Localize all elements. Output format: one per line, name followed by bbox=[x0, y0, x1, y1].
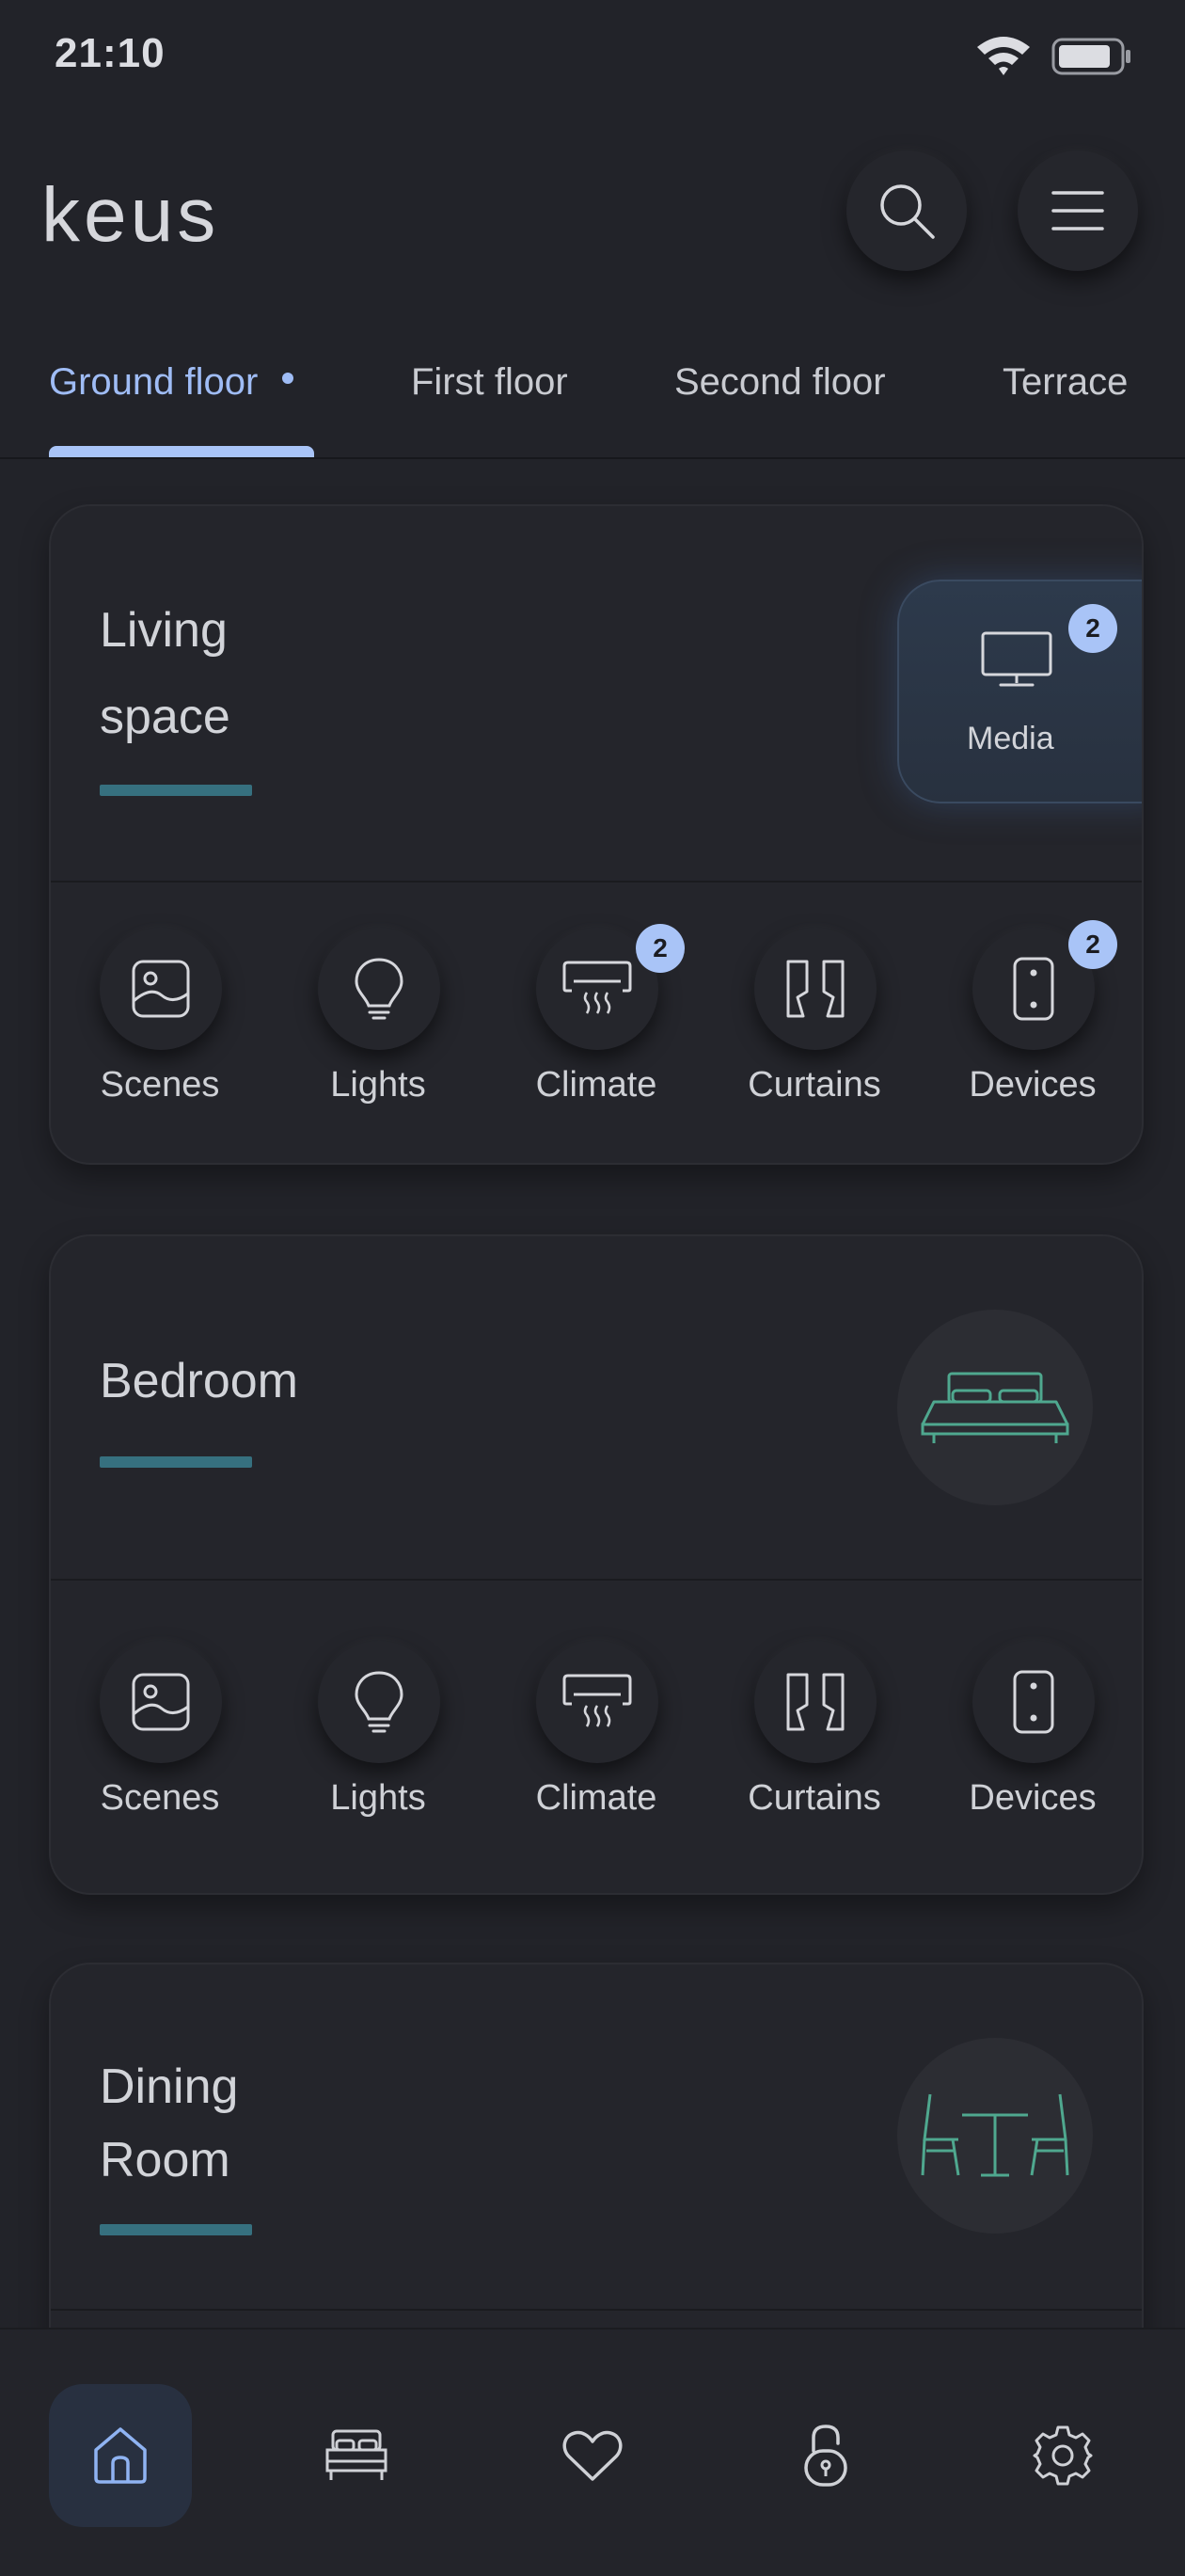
tab-ground-floor[interactable]: Ground floor bbox=[49, 361, 294, 404]
tv-icon bbox=[981, 631, 1052, 687]
category-label: Scenes bbox=[100, 1065, 220, 1105]
switch-panel-icon bbox=[1013, 1670, 1054, 1734]
lock-icon bbox=[804, 2425, 847, 2487]
card-divider bbox=[51, 1579, 1142, 1581]
curtain-icon bbox=[786, 960, 845, 1018]
room-icon-badge bbox=[897, 2038, 1093, 2234]
floor-tabs: Ground floor First floor Second floor Te… bbox=[0, 339, 1185, 459]
image-icon bbox=[132, 960, 190, 1018]
category-label: Climate bbox=[535, 1778, 657, 1818]
hamburger-menu-icon bbox=[1051, 191, 1104, 231]
nav-home[interactable] bbox=[49, 2384, 192, 2527]
bulb-icon bbox=[355, 1671, 403, 1733]
room-accent-bar bbox=[100, 2224, 252, 2235]
devices-button[interactable] bbox=[972, 1641, 1095, 1763]
category-lights[interactable]: Lights bbox=[284, 928, 472, 1116]
category-label: Curtains bbox=[748, 1065, 881, 1105]
tab-label: Ground floor bbox=[49, 361, 259, 403]
tab-second-floor[interactable]: Second floor bbox=[674, 361, 886, 404]
search-icon bbox=[880, 184, 935, 239]
bottom-navigation bbox=[0, 2328, 1185, 2576]
gear-icon bbox=[1033, 2425, 1093, 2486]
nav-security[interactable] bbox=[754, 2384, 897, 2527]
ac-icon bbox=[562, 1674, 632, 1727]
tab-first-floor[interactable]: First floor bbox=[411, 361, 568, 404]
category-scenes[interactable]: Scenes bbox=[66, 928, 254, 1116]
category-climate[interactable]: Climate bbox=[502, 1641, 690, 1829]
room-name-line: Living bbox=[100, 603, 228, 658]
curtains-button[interactable] bbox=[754, 928, 877, 1050]
menu-button[interactable] bbox=[1018, 151, 1138, 271]
battery-icon bbox=[1051, 38, 1130, 75]
category-label: Devices bbox=[969, 1778, 1097, 1818]
category-label: Scenes bbox=[100, 1778, 220, 1818]
media-tile[interactable]: Media 2 bbox=[897, 580, 1142, 803]
category-curtains[interactable]: Curtains bbox=[720, 1641, 908, 1829]
app-header: keus bbox=[0, 132, 1185, 292]
category-label: Curtains bbox=[748, 1778, 881, 1818]
category-label: Devices bbox=[969, 1065, 1097, 1105]
lights-button[interactable] bbox=[318, 928, 440, 1050]
app-logo: keus bbox=[41, 172, 220, 258]
category-label: Climate bbox=[535, 1065, 657, 1105]
heart-icon bbox=[562, 2430, 623, 2481]
status-bar: 21:10 bbox=[0, 0, 1185, 113]
nav-rooms[interactable] bbox=[285, 2384, 428, 2527]
bed-icon bbox=[325, 2429, 387, 2480]
category-devices[interactable]: Devices bbox=[939, 1641, 1127, 1829]
category-scenes[interactable]: Scenes bbox=[66, 1641, 254, 1829]
room-card-living-space[interactable]: Living space Media 2 Scenes Lights 2 Cli… bbox=[49, 504, 1144, 1165]
bulb-icon bbox=[355, 958, 403, 1020]
room-accent-bar bbox=[100, 785, 252, 796]
card-divider bbox=[51, 2309, 1142, 2311]
room-card-bedroom[interactable]: Bedroom Scenes Lights Climate Curtains D… bbox=[49, 1234, 1144, 1895]
category-label: Lights bbox=[330, 1065, 426, 1105]
category-devices[interactable]: 2 Devices bbox=[939, 920, 1127, 1116]
tab-terrace[interactable]: Terrace bbox=[1003, 361, 1128, 404]
nav-settings[interactable] bbox=[991, 2384, 1134, 2527]
curtain-icon bbox=[786, 1673, 845, 1731]
curtains-button[interactable] bbox=[754, 1641, 877, 1763]
media-badge: 2 bbox=[1068, 604, 1117, 653]
bed-icon bbox=[921, 1372, 1069, 1443]
scenes-button[interactable] bbox=[100, 1641, 222, 1763]
room-accent-bar bbox=[100, 1456, 252, 1468]
ac-icon bbox=[562, 961, 632, 1014]
nav-favorites[interactable] bbox=[521, 2384, 664, 2527]
room-icon-badge bbox=[897, 1310, 1093, 1505]
room-name-line: space bbox=[100, 690, 230, 744]
devices-badge: 2 bbox=[1068, 920, 1117, 969]
room-name-line: Room bbox=[100, 2133, 230, 2187]
card-divider bbox=[51, 881, 1142, 883]
active-dot bbox=[282, 373, 294, 385]
active-tab-indicator bbox=[49, 446, 314, 457]
dining-table-icon bbox=[921, 2093, 1069, 2177]
image-icon bbox=[132, 1673, 190, 1731]
category-climate[interactable]: 2 Climate bbox=[502, 924, 690, 1116]
category-lights[interactable]: Lights bbox=[284, 1641, 472, 1829]
category-curtains[interactable]: Curtains bbox=[720, 928, 908, 1116]
category-label: Lights bbox=[330, 1778, 426, 1818]
home-icon bbox=[94, 2427, 147, 2484]
wifi-icon bbox=[977, 37, 1030, 75]
status-time: 21:10 bbox=[55, 30, 166, 76]
climate-badge: 2 bbox=[636, 924, 685, 973]
lights-button[interactable] bbox=[318, 1641, 440, 1763]
media-label: Media bbox=[967, 721, 1054, 756]
scenes-button[interactable] bbox=[100, 928, 222, 1050]
search-button[interactable] bbox=[846, 151, 967, 271]
switch-panel-icon bbox=[1013, 957, 1054, 1021]
room-name: Bedroom bbox=[100, 1354, 298, 1408]
climate-button[interactable] bbox=[536, 1641, 658, 1763]
